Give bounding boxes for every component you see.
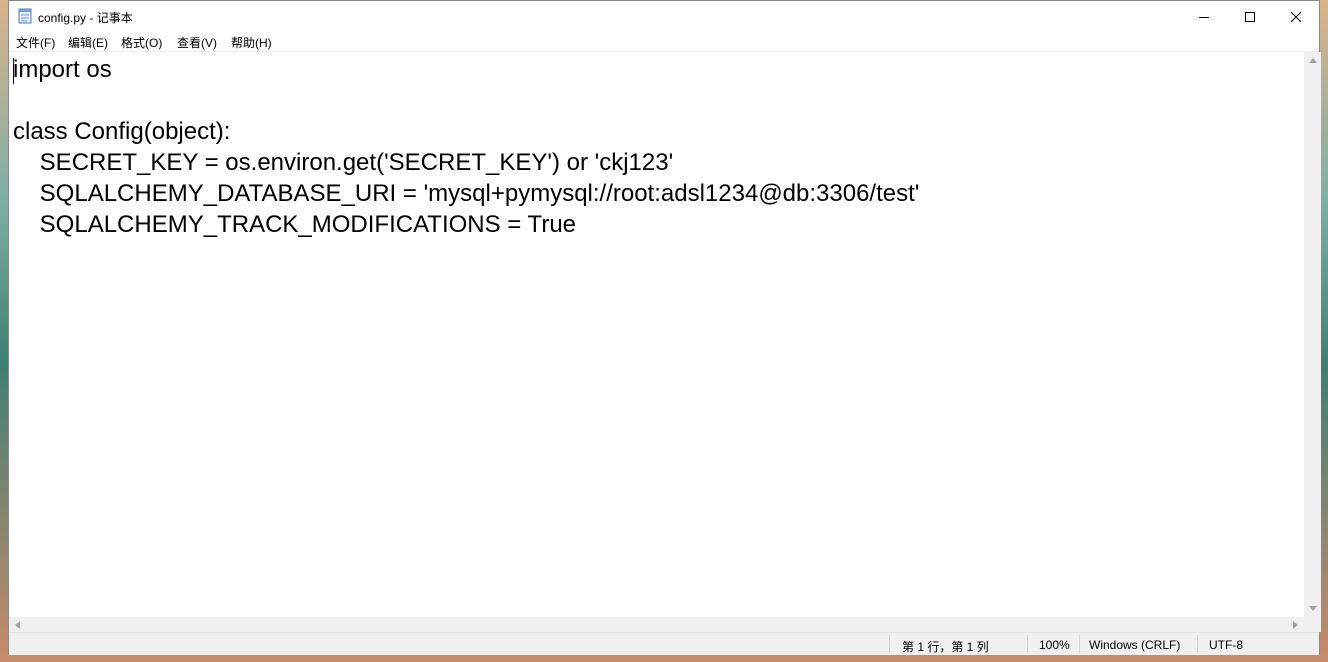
menu-view[interactable]: 查看(V) xyxy=(177,34,217,51)
code-line: SQLALCHEMY_DATABASE_URI = 'mysql+pymysql… xyxy=(13,180,920,207)
text-caret xyxy=(13,58,14,84)
code-line: class Config(object): xyxy=(13,118,231,145)
scroll-up-icon[interactable] xyxy=(1304,52,1321,69)
scroll-left-icon[interactable] xyxy=(9,617,26,632)
status-divider xyxy=(1079,635,1080,653)
notepad-window: config.py - 记事本 文件(F) 编辑(E) 格式(O) 查看(V) … xyxy=(8,0,1321,655)
text-editor[interactable]: import os class Config(object): SECRET_K… xyxy=(9,52,1304,617)
menu-help[interactable]: 帮助(H) xyxy=(231,34,272,51)
status-divider xyxy=(1197,635,1198,653)
maximize-icon xyxy=(1245,11,1255,22)
notepad-icon xyxy=(18,8,32,24)
minimize-icon xyxy=(1199,12,1209,22)
encoding: UTF-8 xyxy=(1209,638,1243,652)
menu-format[interactable]: 格式(O) xyxy=(121,34,162,51)
close-button[interactable] xyxy=(1273,1,1319,32)
status-bar: 第 1 行，第 1 列 100% Windows (CRLF) UTF-8 xyxy=(9,632,1319,655)
close-icon xyxy=(1291,11,1301,22)
title-bar[interactable]: config.py - 记事本 xyxy=(9,1,1319,32)
menu-bar: 文件(F) 编辑(E) 格式(O) 查看(V) 帮助(H) xyxy=(9,32,1319,52)
code-line: SECRET_KEY = os.environ.get('SECRET_KEY'… xyxy=(13,149,674,176)
horizontal-scrollbar[interactable] xyxy=(9,617,1304,632)
cursor-position: 第 1 行，第 1 列 xyxy=(902,640,989,654)
menu-file[interactable]: 文件(F) xyxy=(16,34,55,51)
scroll-right-icon[interactable] xyxy=(1287,617,1304,632)
scrollbar-corner xyxy=(1304,617,1321,632)
status-divider xyxy=(1027,635,1028,653)
menu-edit[interactable]: 编辑(E) xyxy=(68,34,108,51)
code-line: SQLALCHEMY_TRACK_MODIFICATIONS = True xyxy=(13,211,577,238)
minimize-button[interactable] xyxy=(1181,1,1227,32)
window-title: config.py - 记事本 xyxy=(38,11,133,25)
code-line: import os xyxy=(13,56,112,83)
status-divider xyxy=(889,635,890,653)
line-ending: Windows (CRLF) xyxy=(1089,638,1181,652)
scroll-down-icon[interactable] xyxy=(1304,600,1321,617)
vertical-scrollbar[interactable] xyxy=(1304,52,1321,617)
maximize-button[interactable] xyxy=(1227,1,1273,32)
zoom-level: 100% xyxy=(1039,638,1070,652)
